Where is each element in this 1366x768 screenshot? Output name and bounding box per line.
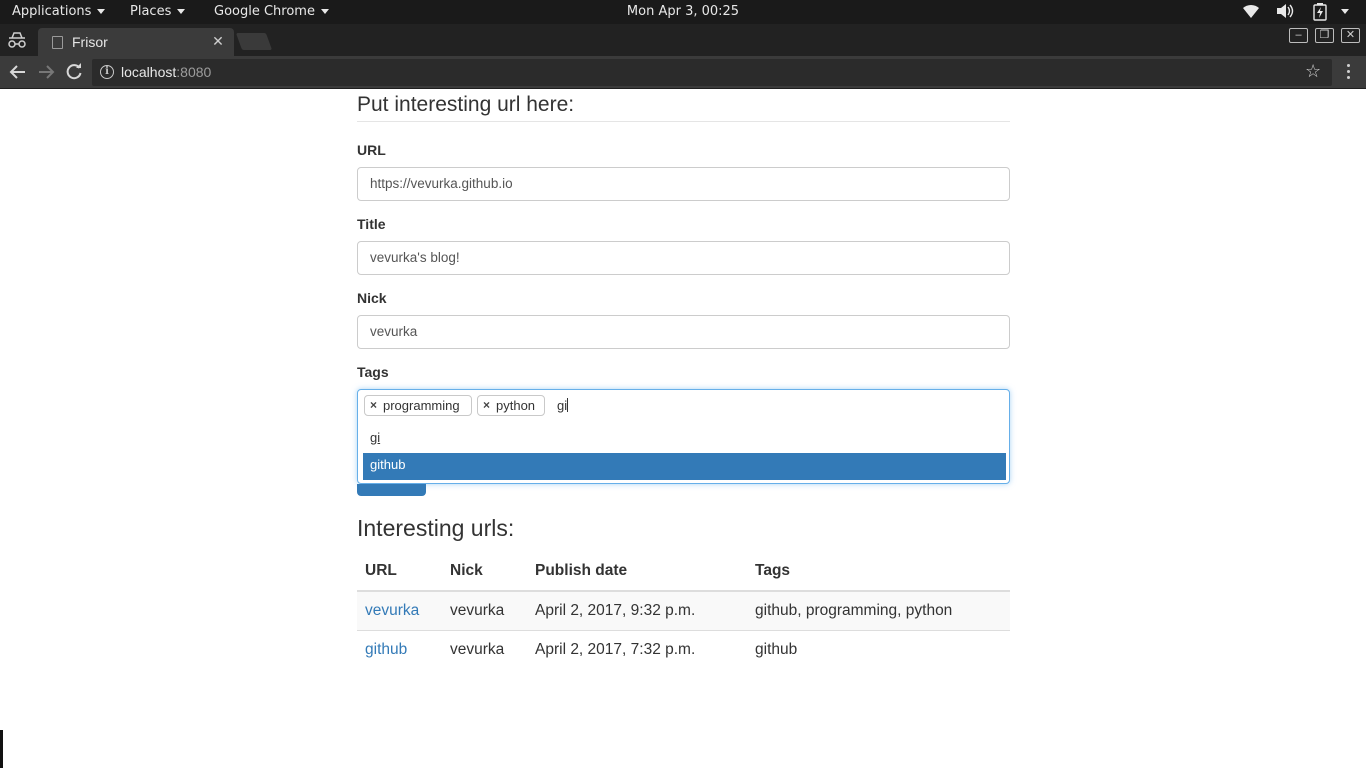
page-icon (52, 36, 63, 49)
address-bar[interactable]: i localhost:8080 (92, 59, 1332, 86)
chevron-down-icon (97, 9, 106, 14)
list-heading: Interesting urls: (357, 515, 515, 541)
tab-frisor[interactable]: Frisor ✕ (38, 28, 234, 56)
incognito-icon (6, 31, 28, 49)
remove-tag-icon[interactable]: × (483, 396, 490, 415)
active-app-label: Google Chrome (214, 4, 315, 19)
url-host: localhost (121, 64, 177, 80)
back-button[interactable] (8, 62, 28, 82)
browser-toolbar: i localhost:8080 ☆ (0, 56, 1366, 89)
wifi-icon[interactable] (1242, 3, 1260, 19)
tab-title: Frisor (72, 34, 108, 50)
form-heading: Put interesting url here: (357, 93, 575, 116)
remove-tag-icon[interactable]: × (370, 396, 377, 415)
tag-chip-programming: × programming (364, 395, 472, 416)
divider (357, 121, 1010, 122)
nick-cell: vevurka (442, 590, 527, 630)
battery-icon[interactable] (1313, 3, 1327, 21)
nick-label: Nick (357, 290, 387, 306)
date-cell: April 2, 2017, 7:32 p.m. (527, 629, 747, 669)
volume-icon[interactable] (1276, 3, 1294, 19)
tag-chip-label: programming (383, 398, 460, 413)
tag-chip-label: python (496, 398, 536, 413)
tags-label: Tags (357, 364, 389, 380)
new-tab-button[interactable] (235, 33, 273, 50)
tags-input[interactable]: × programming × python gi gi github (357, 389, 1010, 484)
address-url: localhost:8080 (121, 64, 211, 80)
title-input[interactable]: vevurka's blog! (357, 241, 1010, 275)
screen-edge-handle (0, 730, 3, 768)
tags-cell: github, programming, python (747, 590, 1010, 630)
nick-cell: vevurka (442, 629, 527, 669)
close-window-button[interactable]: ✕ (1341, 28, 1360, 43)
places-menu[interactable]: Places (130, 4, 186, 19)
restore-window-button[interactable]: ❐ (1315, 28, 1334, 43)
bookmark-star-icon[interactable]: ☆ (1305, 61, 1321, 82)
places-menu-label: Places (130, 4, 172, 19)
title-label: Title (357, 216, 386, 232)
url-label: URL (357, 142, 386, 158)
column-header-publish-date: Publish date (527, 551, 747, 592)
system-top-bar: Applications Places Google Chrome Mon Ap… (0, 0, 1366, 24)
applications-menu[interactable]: Applications (12, 4, 106, 19)
url-cell: vevurka (357, 590, 442, 630)
table-header-row: URL Nick Publish date Tags (357, 551, 1010, 592)
forward-button[interactable] (36, 62, 56, 82)
tag-typed-value: gi (557, 398, 568, 413)
column-header-nick: Nick (442, 551, 527, 592)
minimize-window-button[interactable]: – (1289, 28, 1308, 43)
tab-strip: Frisor ✕ – ❐ ✕ (0, 24, 1366, 56)
table-row: github vevurka April 2, 2017, 7:32 p.m. … (357, 629, 1010, 669)
tag-typed-text[interactable]: gi (557, 398, 569, 413)
url-link[interactable]: github (365, 641, 407, 658)
date-cell: April 2, 2017, 9:32 p.m. (527, 590, 747, 630)
suggestion-item[interactable]: gi (370, 430, 380, 445)
url-input[interactable]: https://vevurka.github.io (357, 167, 1010, 201)
tags-cell: github (747, 629, 1010, 669)
system-menu-chevron-icon[interactable] (1341, 9, 1349, 14)
nick-input[interactable]: vevurka (357, 315, 1010, 349)
suggestion-item-highlighted[interactable]: github (363, 453, 1006, 480)
close-tab-icon[interactable]: ✕ (210, 33, 226, 49)
table-row: vevurka vevurka April 2, 2017, 9:32 p.m.… (357, 590, 1010, 630)
tag-chip-python: × python (477, 395, 545, 416)
url-port: :8080 (176, 64, 212, 80)
reload-button[interactable] (64, 62, 84, 82)
submit-button[interactable] (357, 484, 426, 496)
clock[interactable]: Mon Apr 3, 00:25 (0, 4, 1366, 19)
chevron-down-icon (320, 9, 329, 14)
more-menu-icon[interactable] (1340, 64, 1356, 82)
active-app-menu[interactable]: Google Chrome (214, 4, 329, 19)
urls-table: URL Nick Publish date Tags vevurka vevur… (357, 551, 1010, 669)
text-cursor (567, 398, 569, 412)
url-cell: github (357, 629, 442, 669)
column-header-tags: Tags (747, 551, 1010, 592)
info-icon[interactable]: i (100, 65, 114, 79)
chevron-down-icon (177, 9, 186, 14)
url-link[interactable]: vevurka (365, 602, 419, 619)
column-header-url: URL (357, 551, 442, 592)
applications-menu-label: Applications (12, 4, 92, 19)
